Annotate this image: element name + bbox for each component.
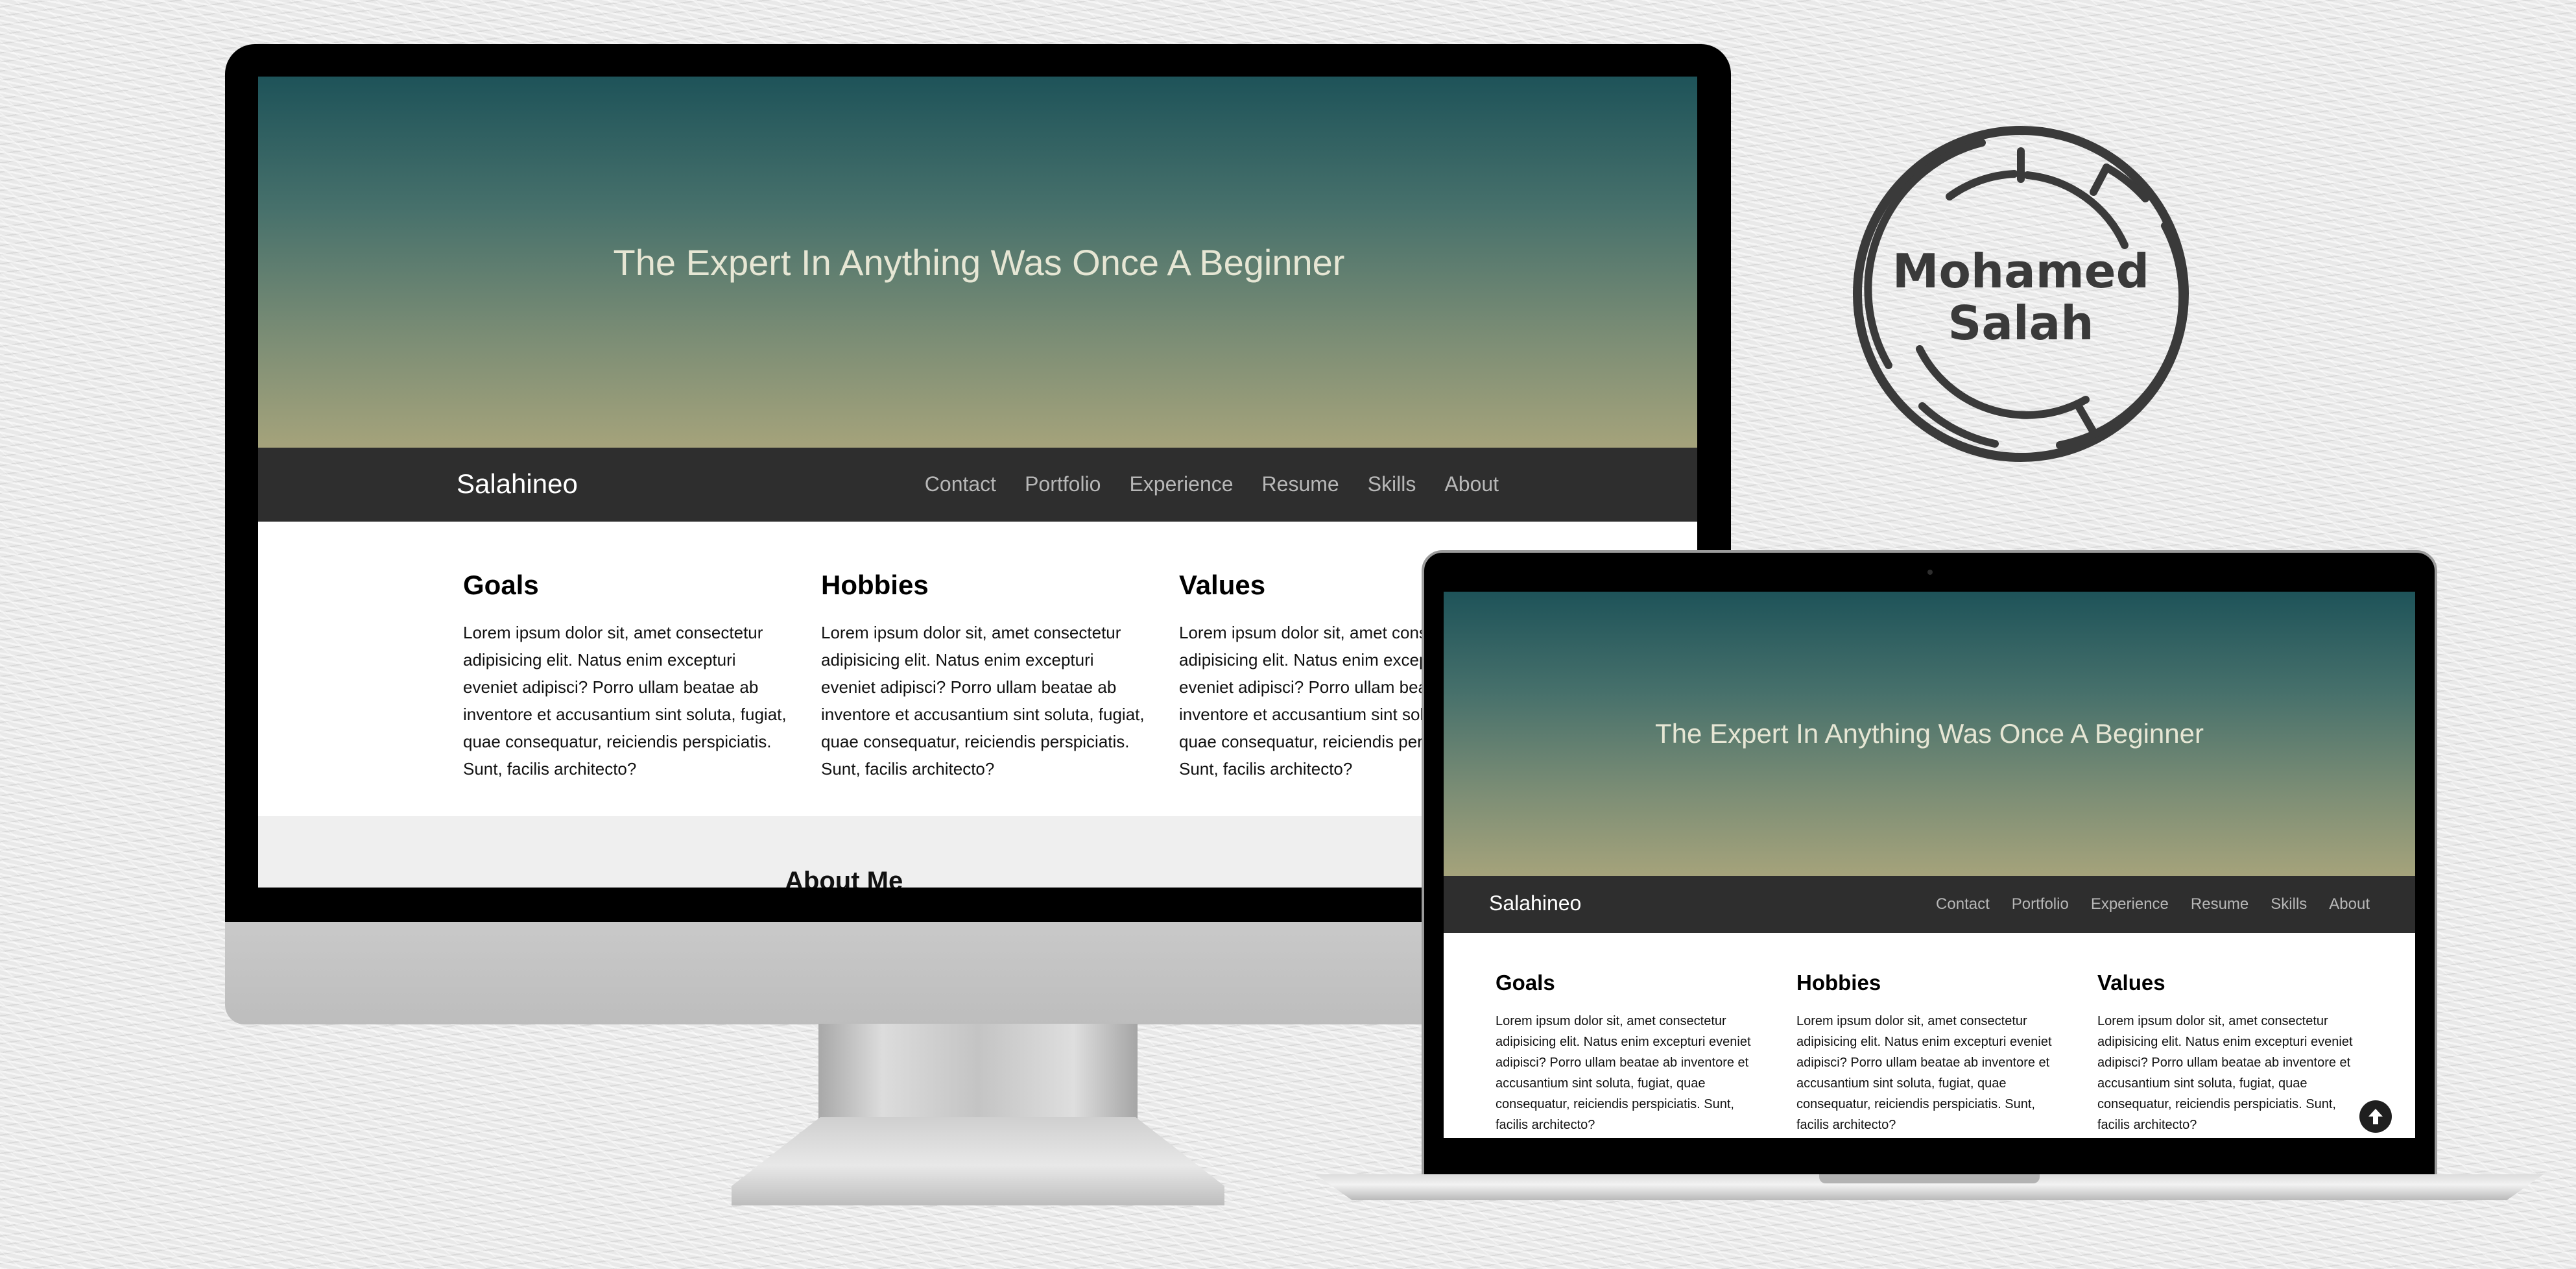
hobbies-column: Hobbies Lorem ipsum dolor sit, amet cons… (1796, 971, 2069, 1135)
column-title: Goals (463, 570, 539, 600)
nav-links: Contact Portfolio Experience Resume Skil… (925, 472, 1499, 496)
column-text: Lorem ipsum dolor sit, amet consectetur … (463, 623, 787, 779)
goals-column: Goals Lorem ipsum dolor sit, amet consec… (1496, 971, 1768, 1135)
hero-banner: The Expert In Anything Was Once A Beginn… (258, 77, 1697, 448)
navbar: Salahineo Contact Portfolio Experience R… (258, 448, 1697, 522)
arrow-up-circle-icon (2368, 1109, 2383, 1124)
logo-line-1: Mohamed (1892, 244, 2150, 298)
logo-text: Mohamed Salah (1852, 245, 2189, 349)
nav-link-contact[interactable]: Contact (1936, 895, 1990, 913)
info-columns: Goals Lorem ipsum dolor sit, amet consec… (463, 570, 1506, 782)
navbar: Salahineo Contact Portfolio Experience R… (1444, 876, 2415, 933)
nav-link-contact[interactable]: Contact (925, 472, 996, 496)
column-title: Hobbies (821, 570, 929, 600)
column-text: Lorem ipsum dolor sit, amet consectetur … (2097, 1014, 2353, 1132)
column-title: Values (2097, 971, 2165, 995)
column-title: Hobbies (1796, 971, 1881, 995)
hero-title: The Expert In Anything Was Once A Beginn… (1655, 718, 2204, 749)
nav-link-about[interactable]: About (1444, 472, 1499, 496)
logo-line-2: Salah (1948, 296, 2094, 350)
nav-link-skills[interactable]: Skills (2271, 895, 2307, 913)
nav-link-skills[interactable]: Skills (1368, 472, 1416, 496)
brand-logo[interactable]: Salahineo (457, 468, 578, 500)
column-text: Lorem ipsum dolor sit, amet consectetur … (821, 623, 1145, 779)
nav-link-about[interactable]: About (2329, 895, 2370, 913)
info-columns: Goals Lorem ipsum dolor sit, amet consec… (1496, 971, 2370, 1135)
logo: Mohamed Salah (1852, 122, 2189, 466)
values-column: Values Lorem ipsum dolor sit, amet conse… (2097, 971, 2370, 1135)
hobbies-column: Hobbies Lorem ipsum dolor sit, amet cons… (821, 570, 1148, 782)
nav-link-resume[interactable]: Resume (2191, 895, 2248, 913)
nav-link-experience[interactable]: Experience (1129, 472, 1233, 496)
laptop-camera (1927, 570, 1933, 575)
column-text: Lorem ipsum dolor sit, amet consectetur … (1496, 1014, 1751, 1132)
brand-logo[interactable]: Salahineo (1489, 891, 1581, 915)
column-title: Goals (1496, 971, 1555, 995)
hero-banner: The Expert In Anything Was Once A Beginn… (1444, 592, 2415, 876)
about-section-title: About Me (785, 867, 903, 888)
hero-title: The Expert In Anything Was Once A Beginn… (613, 241, 1345, 283)
nav-link-experience[interactable]: Experience (2091, 895, 2169, 913)
nav-link-portfolio[interactable]: Portfolio (2012, 895, 2069, 913)
desktop-monitor-stand-neck (818, 1024, 1138, 1120)
laptop-base-notch (1819, 1174, 2040, 1183)
nav-link-resume[interactable]: Resume (1262, 472, 1339, 496)
goals-column: Goals Lorem ipsum dolor sit, amet consec… (463, 570, 790, 782)
nav-link-portfolio[interactable]: Portfolio (1025, 472, 1101, 496)
scroll-to-top-button[interactable] (2359, 1100, 2392, 1133)
column-text: Lorem ipsum dolor sit, amet consectetur … (1796, 1014, 2052, 1132)
laptop-website-screen: The Expert In Anything Was Once A Beginn… (1444, 592, 2415, 1138)
desktop-monitor-stand-foot (732, 1117, 1224, 1205)
nav-links: Contact Portfolio Experience Resume Skil… (1936, 895, 2370, 913)
